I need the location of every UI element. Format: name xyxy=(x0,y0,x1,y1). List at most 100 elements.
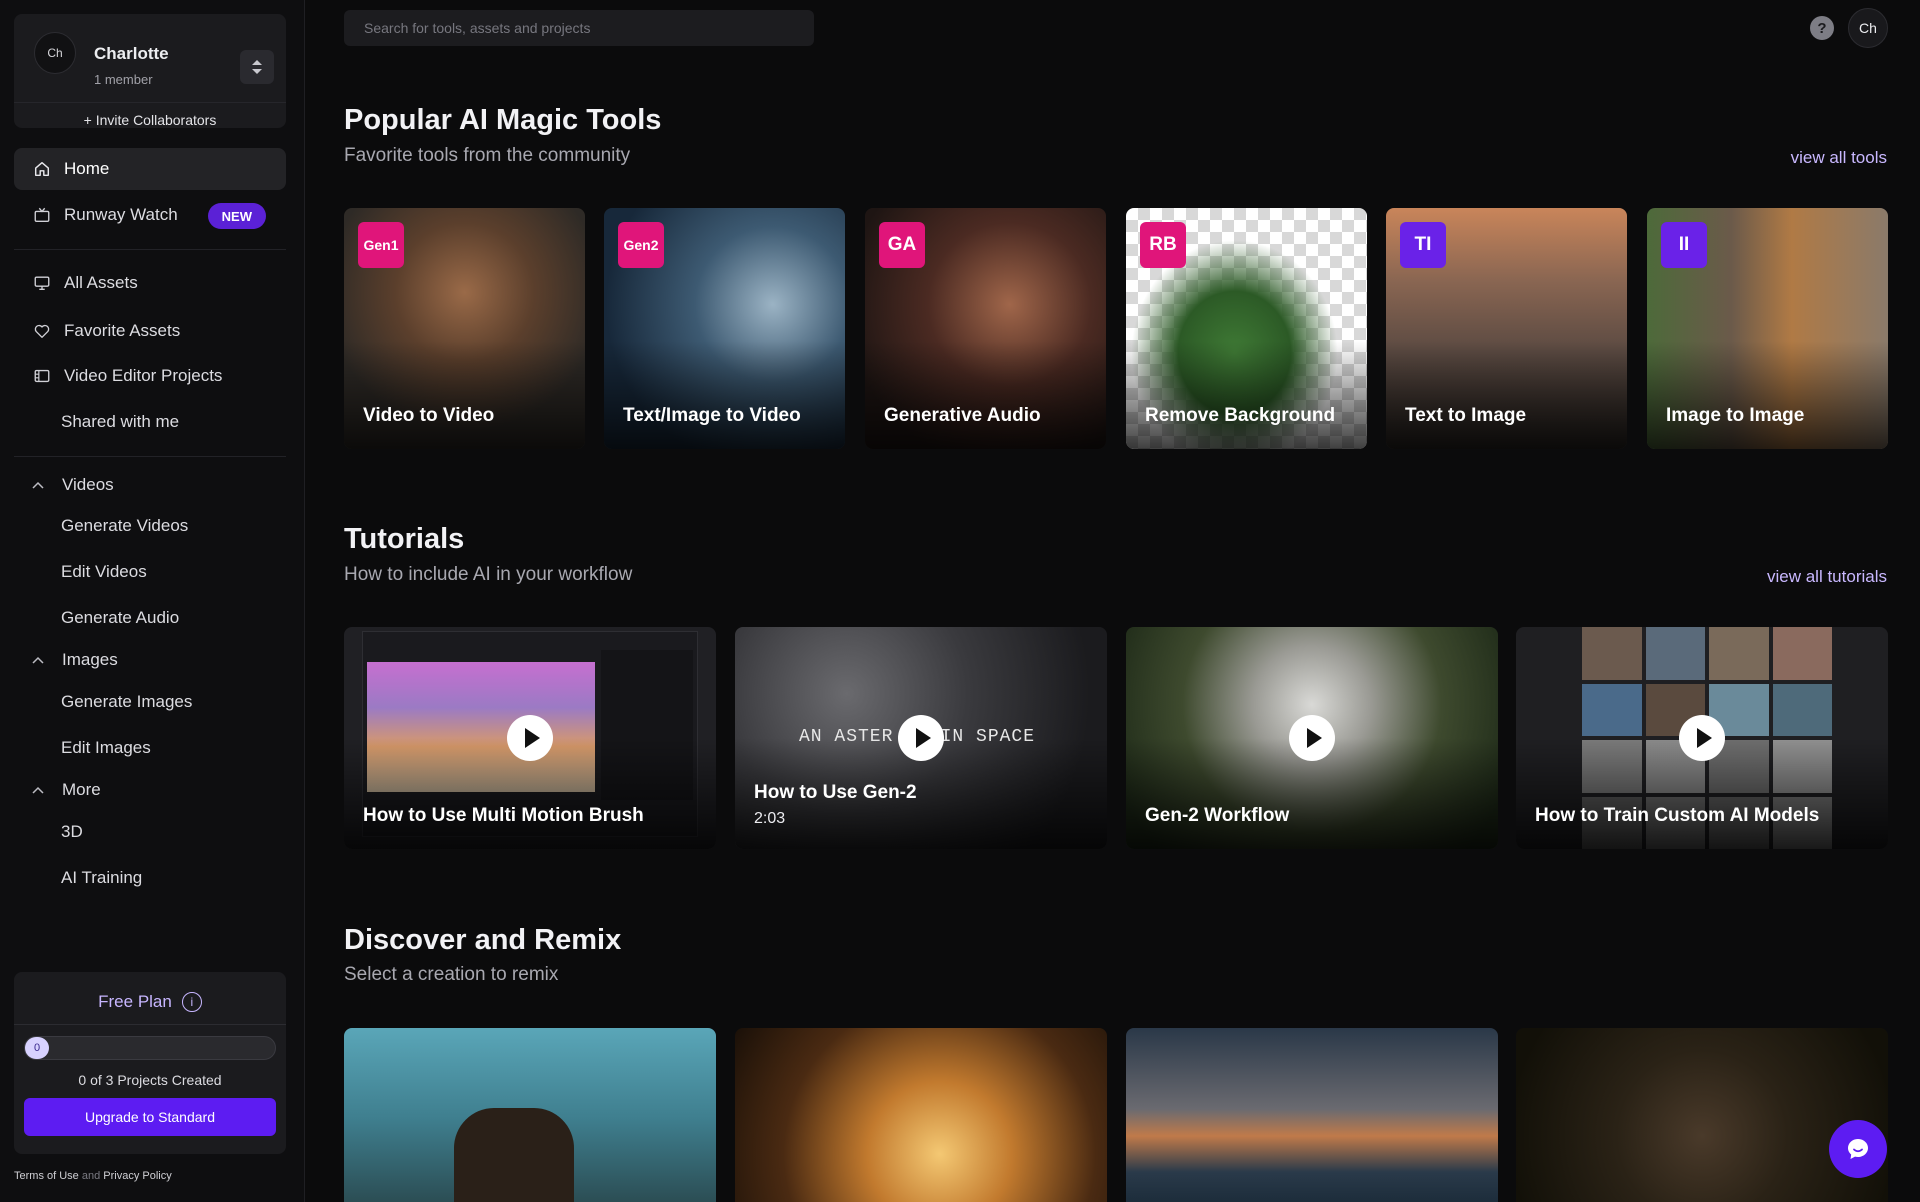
tutorial-card-gen2-workflow[interactable]: Gen-2 Workflow xyxy=(1126,627,1498,849)
sidebar-item-edit-videos[interactable]: Edit Videos xyxy=(61,562,147,582)
tutorial-card-train-custom-ai[interactable]: How to Train Custom AI Models xyxy=(1516,627,1888,849)
portrait-tile xyxy=(1709,627,1769,680)
tool-label: Video to Video xyxy=(363,405,495,426)
privacy-link[interactable]: Privacy Policy xyxy=(103,1170,171,1182)
legal-conjunction: and xyxy=(81,1170,101,1182)
card-shade xyxy=(344,340,585,449)
search-input[interactable] xyxy=(344,10,814,46)
projects-count: 0 of 3 Projects Created xyxy=(78,1072,222,1088)
tool-card-video-to-video[interactable]: Gen1 Video to Video xyxy=(344,208,585,449)
tutorial-card-multi-motion-brush[interactable]: How to Use Multi Motion Brush xyxy=(344,627,716,849)
upgrade-button[interactable]: Upgrade to Standard xyxy=(24,1098,276,1136)
tool-badge: RB xyxy=(1140,222,1186,268)
tool-card-image-to-image[interactable]: II Image to Image xyxy=(1647,208,1888,449)
projects-progress-bar: 0 xyxy=(24,1036,276,1060)
chevron-up-icon xyxy=(30,481,46,489)
tool-badge: Gen1 xyxy=(358,222,404,268)
tv-icon xyxy=(32,205,52,225)
plan-name: Free Plan xyxy=(98,992,172,1011)
group-label: Images xyxy=(62,650,118,669)
sidebar-item-label: All Assets xyxy=(64,273,138,292)
sidebar-item-label: Video Editor Projects xyxy=(64,366,223,385)
tutorial-title: Gen-2 Workflow xyxy=(1145,805,1290,826)
film-icon xyxy=(32,366,52,386)
group-toggle-images[interactable]: Images xyxy=(30,648,118,672)
tutorial-title: How to Train Custom AI Models xyxy=(1535,805,1820,826)
app-root: Ch Charlotte 1 member + Invite Collabora… xyxy=(0,0,1920,1202)
monitor-icon xyxy=(32,273,52,293)
sidebar-item-all-assets[interactable]: All Assets xyxy=(14,262,286,304)
tutorials-section-title: Tutorials xyxy=(344,523,465,555)
workspace-name: Charlotte xyxy=(94,44,169,63)
workspace-divider xyxy=(14,102,286,103)
card-shade xyxy=(1126,340,1367,449)
sidebar-divider xyxy=(14,456,286,457)
discover-section-title: Discover and Remix xyxy=(344,924,622,956)
discover-section-subtitle: Select a creation to remix xyxy=(344,964,559,985)
play-icon[interactable] xyxy=(507,715,553,761)
chat-button[interactable] xyxy=(1829,1120,1887,1178)
tutorial-card-how-to-use-gen2[interactable]: AN ASTER IN SPACE How to Use Gen-2 2:03 xyxy=(735,627,1107,849)
workspace-switcher-button[interactable] xyxy=(240,50,274,84)
portrait-tile xyxy=(1772,627,1832,680)
up-down-chevron-icon xyxy=(252,60,262,74)
discover-card[interactable] xyxy=(1126,1028,1498,1202)
sidebar-item-favorite-assets[interactable]: Favorite Assets xyxy=(14,310,286,352)
view-all-tutorials-link[interactable]: view all tutorials xyxy=(1767,567,1887,587)
tool-card-remove-background[interactable]: RB Remove Background xyxy=(1126,208,1367,449)
new-badge: NEW xyxy=(207,203,266,229)
home-icon xyxy=(32,159,52,179)
info-icon[interactable]: i xyxy=(181,992,202,1012)
group-toggle-videos[interactable]: Videos xyxy=(30,473,114,497)
help-icon[interactable]: ? xyxy=(1810,16,1834,40)
tutorial-duration: 2:03 xyxy=(754,810,786,827)
discover-card[interactable] xyxy=(344,1028,716,1202)
discover-card[interactable] xyxy=(735,1028,1107,1202)
tool-badge: Gen2 xyxy=(618,222,664,268)
user-avatar[interactable]: Ch xyxy=(1848,8,1888,48)
sidebar-item-label: Shared with me xyxy=(61,412,180,431)
sidebar-divider xyxy=(14,249,286,250)
tool-label: Remove Background xyxy=(1145,405,1336,426)
tool-label: Image to Image xyxy=(1666,405,1805,426)
tool-badge: II xyxy=(1661,222,1707,268)
plan-title: Free Plan i xyxy=(14,992,286,1012)
tool-card-text-image-to-video[interactable]: Gen2 Text/Image to Video xyxy=(604,208,845,449)
sidebar-item-generate-images[interactable]: Generate Images xyxy=(61,692,192,712)
play-icon[interactable] xyxy=(898,715,944,761)
view-all-tools-link[interactable]: view all tools xyxy=(1791,148,1887,168)
group-toggle-more[interactable]: More xyxy=(30,778,101,802)
play-icon[interactable] xyxy=(1679,715,1725,761)
sidebar-item-ai-training[interactable]: AI Training xyxy=(61,868,142,888)
plan-card: Free Plan i 0 0 of 3 Projects Created Up… xyxy=(14,972,286,1154)
sidebar-item-generate-audio[interactable]: Generate Audio xyxy=(61,608,179,628)
tool-badge: TI xyxy=(1400,222,1446,268)
sidebar-item-edit-images[interactable]: Edit Images xyxy=(61,738,151,758)
plan-divider xyxy=(14,1024,286,1025)
progress-value: 0 xyxy=(25,1037,49,1059)
sidebar-item-home[interactable]: Home xyxy=(14,148,286,190)
tool-label: Text to Image xyxy=(1405,405,1527,426)
heart-icon xyxy=(32,321,52,341)
tool-card-text-to-image[interactable]: TI Text to Image xyxy=(1386,208,1627,449)
sidebar-item-video-editor-projects[interactable]: Video Editor Projects xyxy=(14,355,286,397)
terms-link[interactable]: Terms of Use xyxy=(14,1170,79,1182)
tool-label: Text/Image to Video xyxy=(623,405,801,426)
discover-card[interactable] xyxy=(1516,1028,1888,1202)
workspace-card: Ch Charlotte 1 member + Invite Collabora… xyxy=(14,14,286,128)
invite-collaborators-button[interactable]: + Invite Collaborators xyxy=(14,112,286,128)
sidebar-item-generate-videos[interactable]: Generate Videos xyxy=(61,516,188,536)
sidebar-item-shared-with-me[interactable]: Shared with me xyxy=(14,401,286,443)
group-label: More xyxy=(62,780,101,799)
sidebar-item-runway-watch[interactable]: Runway Watch NEW xyxy=(14,194,286,236)
portrait-tile xyxy=(1582,627,1642,680)
sidebar-item-label: Favorite Assets xyxy=(64,321,181,340)
workspace-avatar: Ch xyxy=(34,32,76,74)
tools-section-subtitle: Favorite tools from the community xyxy=(344,145,631,166)
sidebar: Ch Charlotte 1 member + Invite Collabora… xyxy=(0,0,305,1202)
play-icon[interactable] xyxy=(1289,715,1335,761)
tools-section-title: Popular AI Magic Tools xyxy=(344,104,662,136)
chevron-up-icon xyxy=(30,656,46,664)
tool-card-generative-audio[interactable]: GA Generative Audio xyxy=(865,208,1106,449)
sidebar-item-3d[interactable]: 3D xyxy=(61,822,83,842)
